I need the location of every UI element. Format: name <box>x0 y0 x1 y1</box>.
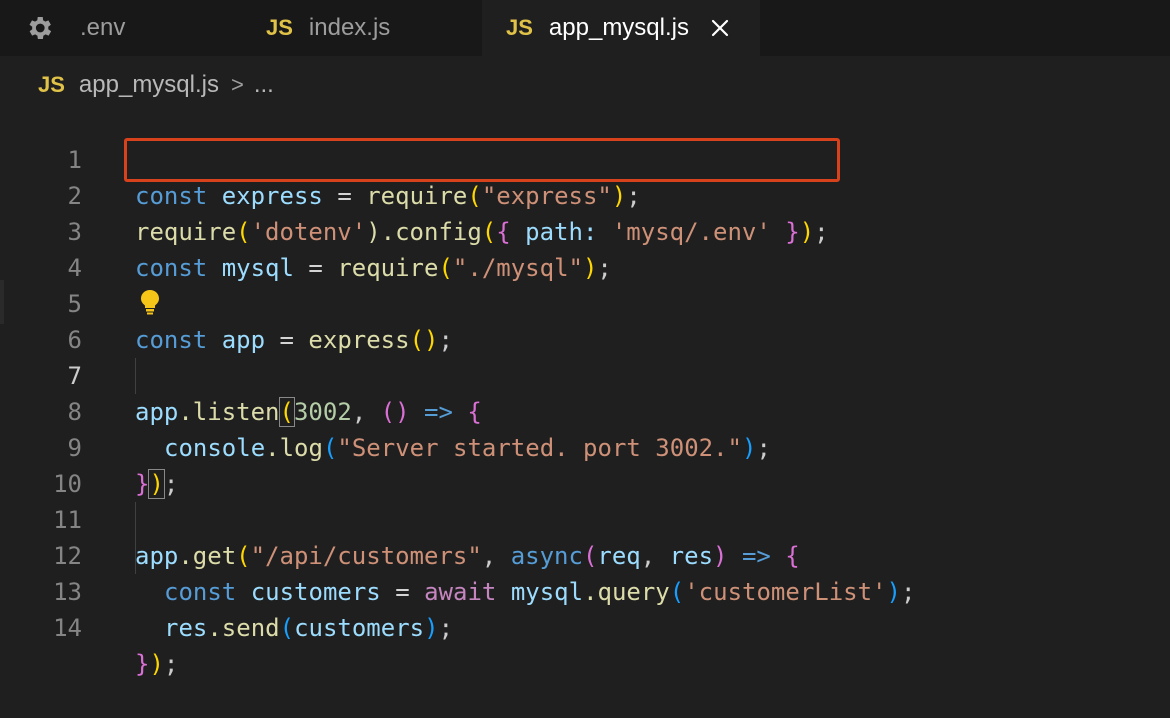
code-line: 7 app.listen(3002, () => { <box>0 322 1170 427</box>
breadcrumb-file[interactable]: app_mysql.js <box>79 71 219 99</box>
code-line: 1 const express = require("express"); <box>0 106 1170 210</box>
tab-env[interactable]: .env <box>0 0 240 56</box>
tab-label: app_mysql.js <box>548 14 689 41</box>
js-file-icon: JS <box>266 15 293 40</box>
close-icon[interactable] <box>709 17 731 39</box>
code-line: 3 const mysql = require("./mysql"); <box>0 178 1170 282</box>
indent-guide <box>135 358 136 394</box>
tab-label: .env <box>80 14 126 41</box>
code-line: 12 const customers = await mysql.query('… <box>0 502 1170 606</box>
code-line: 4 <box>0 214 1170 282</box>
gear-icon <box>29 17 52 39</box>
code-line: 9 }); <box>0 394 1170 499</box>
code-line: 11 app.get("/api/customers", async(req, … <box>0 466 1170 570</box>
tab-index-js[interactable]: JS index.js <box>242 0 480 56</box>
js-file-icon: JS <box>38 72 65 97</box>
tab-bar: .env JS index.js JS app_mysql.js <box>0 0 1170 56</box>
lightbulb-icon[interactable] <box>138 288 162 316</box>
code-line: 13 res.send(customers); <box>0 538 1170 642</box>
breadcrumb-more[interactable]: ... <box>254 71 274 99</box>
tab-label: index.js <box>308 14 391 41</box>
highlight-box <box>124 138 840 182</box>
code-text: res.send(customers); <box>164 614 454 642</box>
code-line: 6 <box>0 286 1170 354</box>
js-file-icon: JS <box>506 15 533 40</box>
line-number: 14 <box>53 614 82 642</box>
code-text: }); <box>135 650 179 678</box>
code-line: 14 }); <box>0 574 1170 678</box>
chevron-right-icon: > <box>230 72 244 97</box>
code-line: 10 <box>0 430 1170 498</box>
code-line: 8 console.log("Server started. port 3002… <box>0 358 1170 462</box>
tab-app-mysql-js[interactable]: JS app_mysql.js <box>482 0 760 56</box>
breadcrumb: JS app_mysql.js > ... <box>0 62 1170 108</box>
code-line: 5 const app = express(); <box>0 250 1170 354</box>
indent-guide <box>135 502 136 574</box>
